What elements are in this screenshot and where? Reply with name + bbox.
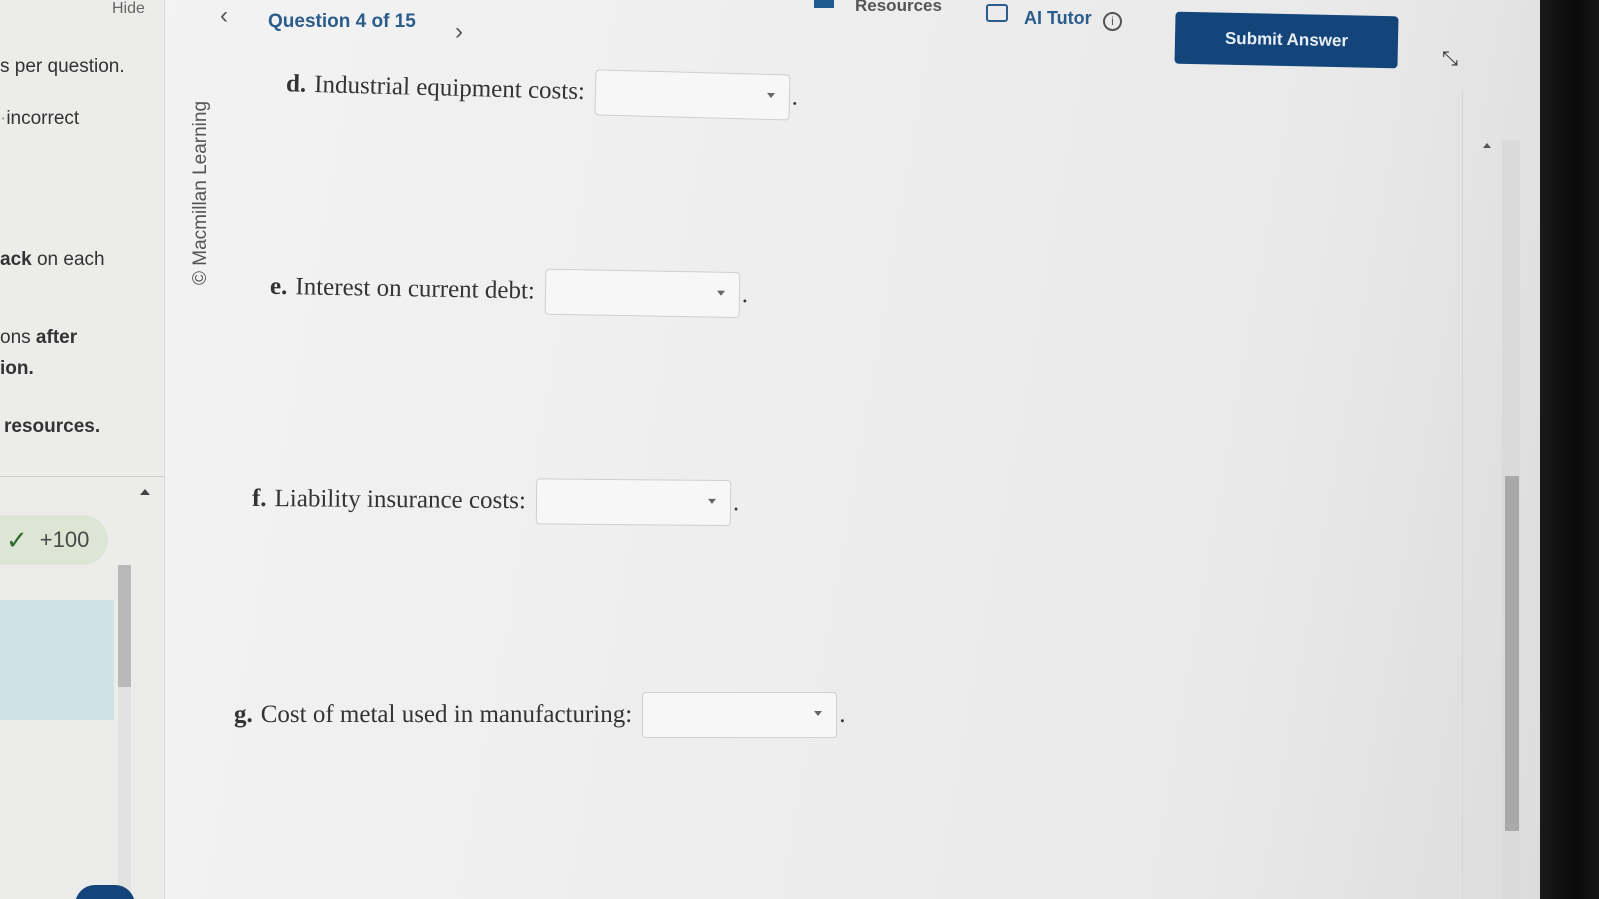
question-text: Industrial equipment costs: — [313, 71, 586, 106]
monitor-bezel — [1540, 0, 1599, 899]
sidebar-line-6: resources. — [4, 416, 101, 437]
score-value: +100 — [39, 527, 90, 552]
question-text: Liability insurance costs: — [274, 485, 527, 515]
collapse-arrows-icon[interactable]: ⤡ — [1442, 48, 1458, 71]
content-border — [1462, 90, 1463, 899]
book-icon[interactable] — [814, 0, 834, 8]
question-e: e. Interest on current debt: . — [269, 264, 749, 319]
chevron-down-icon — [707, 498, 716, 504]
copyright-notice: © Macmillan Learning — [190, 100, 211, 285]
chevron-down-icon — [766, 92, 775, 99]
answer-dropdown-f[interactable] — [535, 478, 732, 527]
answer-dropdown-g[interactable] — [642, 692, 838, 738]
instructions-sidebar: Hide s per question. ·incorrect ack on e… — [0, 0, 165, 899]
collapse-caret-icon[interactable] — [140, 489, 150, 495]
question-counter: Question 4 of 15 — [268, 11, 416, 32]
sidebar-line-3: ack on each — [0, 249, 105, 270]
submit-answer-button[interactable]: Submit Answer — [1174, 11, 1399, 69]
chevron-down-icon — [814, 711, 823, 716]
sidebar-highlight — [0, 600, 114, 720]
question-letter: f. — [251, 484, 267, 513]
check-icon: ✓ — [6, 524, 28, 555]
answer-dropdown-d[interactable] — [594, 69, 791, 121]
question-text: Cost of metal used in manufacturing: — [260, 701, 633, 728]
main-scrollbar-thumb[interactable] — [1505, 476, 1519, 831]
sidebar-line-5: ion. — [0, 358, 34, 379]
chevron-down-icon — [716, 290, 725, 296]
answer-dropdown-e[interactable] — [544, 268, 741, 319]
question-g: g. Cost of metal used in manufacturing: … — [234, 692, 845, 738]
question-text: Interest on current debt: — [295, 273, 536, 305]
score-badge: ✓ +100 — [0, 515, 108, 565]
question-letter: g. — [234, 701, 253, 728]
sidebar-divider — [0, 476, 165, 477]
sidebar-line-4: ons after — [0, 327, 78, 348]
sidebar-line-2: ·incorrect — [0, 108, 80, 129]
question-f: f. Liability insurance costs: . — [251, 476, 740, 527]
scroll-up-icon[interactable] — [1483, 143, 1491, 148]
screen: Hide s per question. ·incorrect ack on e… — [0, 0, 1540, 899]
robot-icon[interactable] — [986, 4, 1008, 22]
info-icon[interactable]: i — [1103, 12, 1122, 31]
sidebar-scrollbar-thumb[interactable] — [118, 565, 131, 687]
chevron-left-icon[interactable]: ‹ — [220, 2, 228, 30]
sidebar-line-1: s per question. — [0, 56, 125, 77]
question-d: d. Industrial equipment costs: . — [285, 61, 798, 121]
question-letter: e. — [269, 272, 288, 301]
question-letter: d. — [285, 70, 307, 98]
resources-button[interactable]: Resources — [855, 0, 942, 16]
chevron-right-icon[interactable]: › — [455, 18, 463, 46]
ai-tutor-button[interactable]: AI Tutor — [1024, 8, 1092, 29]
hide-link[interactable]: Hide — [112, 0, 145, 18]
